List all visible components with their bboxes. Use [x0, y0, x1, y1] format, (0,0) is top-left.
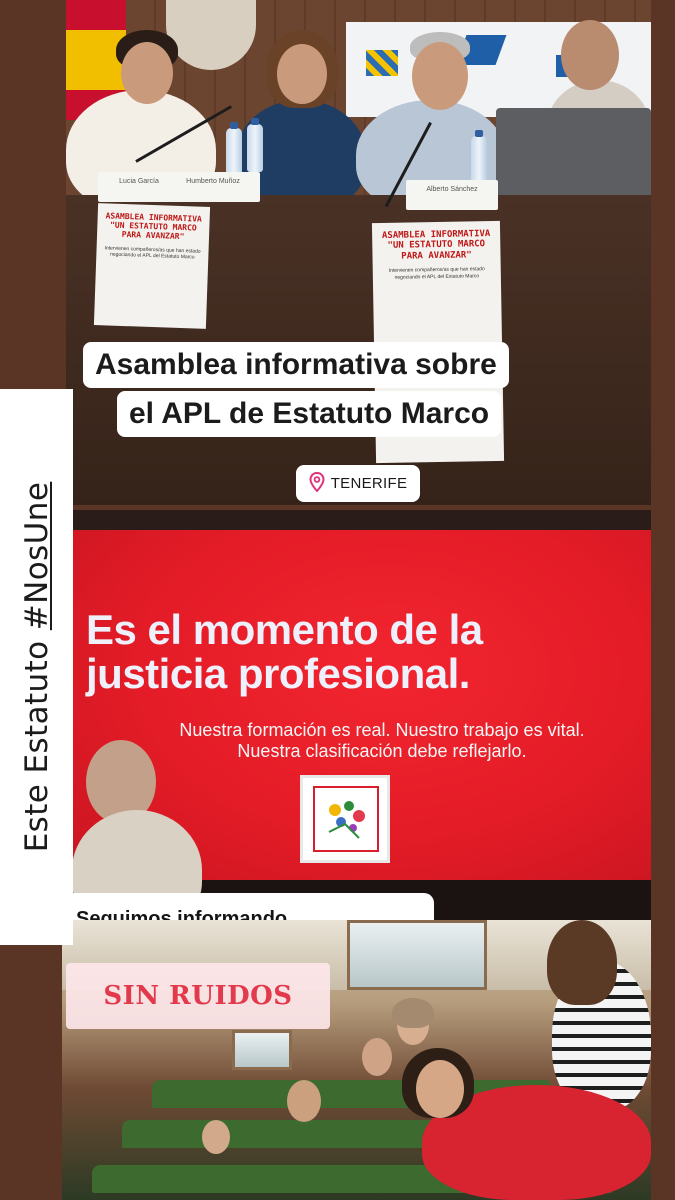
slide-title-line-2: justicia profesional. [86, 650, 470, 697]
headline-line-1: Asamblea informativa sobre [83, 342, 509, 388]
poster-left: ASAMBLEA INFORMATIVA "UN ESTATUTO MARCO … [93, 203, 211, 329]
slide-body-line-1: Nuestra formación es real. Nuestro traba… [179, 720, 585, 740]
sin-ruidos-sticker: SIN RUIDOS [66, 963, 330, 1029]
speaker-2-head [277, 44, 327, 104]
water-bottle [226, 122, 242, 176]
vertical-caption: Este Estatuto #NosUne [19, 482, 55, 853]
union-logo [300, 775, 390, 863]
location-label: TENERIFE [330, 475, 408, 492]
speaker-4-head [561, 20, 619, 90]
poster-subtitle: "UN ESTATUTO MARCO PARA AVANZAR" [387, 239, 486, 262]
speaker-3-head [412, 42, 468, 110]
slide-title: Es el momento de la justicia profesional… [86, 608, 646, 696]
slide-title-line-1: Es el momento de la [86, 606, 483, 653]
hashtag-nosune[interactable]: #NosUne [19, 482, 55, 631]
sin-ruidos-label: SIN RUIDOS [103, 981, 293, 1011]
story-canvas: Lucia García Humberto Muñoz Alberto Sánc… [0, 0, 675, 1200]
window [232, 1030, 292, 1070]
logo-mark [366, 50, 398, 76]
nameplate: Humberto Muñoz [166, 172, 260, 202]
attendee-head [362, 1038, 392, 1076]
headline: Asamblea informativa sobre el APL de Est… [83, 336, 613, 446]
headline-line-2: el APL de Estatuto Marco [117, 391, 502, 437]
audience-photo [62, 920, 651, 1200]
nameplate: Alberto Sánchez [406, 180, 498, 210]
poster-subtitle: "UN ESTATUTO MARCO PARA AVANZAR" [109, 220, 197, 242]
logo-frame [313, 786, 379, 852]
attendee-hair [392, 998, 434, 1028]
location-sticker: TENERIFE [296, 465, 420, 502]
window [347, 920, 487, 990]
attendee-head [416, 1060, 464, 1118]
location-pin-icon [309, 471, 325, 496]
poster-small-text: Intervienen compañeros/as que han estado… [388, 266, 485, 281]
water-bottle [471, 130, 487, 184]
attendee-head [287, 1080, 321, 1122]
laptop [496, 108, 651, 203]
slide-photo: Es el momento de la justicia profesional… [72, 510, 651, 920]
vertical-caption-prefix: Este Estatuto [19, 640, 55, 853]
attendee-hair [547, 920, 617, 1005]
water-bottle [247, 118, 263, 172]
poster-small-text: Intervienen compañeros/as que han estado… [104, 244, 201, 261]
attendee-head [202, 1120, 230, 1154]
speaker-1-head [121, 42, 173, 104]
